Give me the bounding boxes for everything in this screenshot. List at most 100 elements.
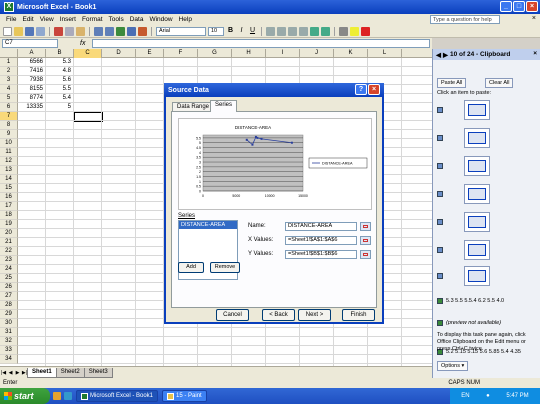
options-button[interactable]: Options ▾	[437, 361, 469, 371]
font-size-select[interactable]: 10	[208, 26, 224, 36]
redo-icon[interactable]	[105, 26, 114, 36]
tab-sheet2[interactable]: Sheet2	[55, 367, 85, 378]
row-header[interactable]: 15	[0, 184, 18, 193]
underline-icon[interactable]: U	[248, 27, 257, 36]
row-header[interactable]: 5	[0, 94, 18, 103]
first-sheet-icon[interactable]: |◀	[0, 370, 7, 376]
row-header[interactable]: 34	[0, 355, 18, 364]
row-header[interactable]: 20	[0, 229, 18, 238]
column-header[interactable]: J	[300, 49, 334, 58]
name-box[interactable]: C7	[2, 39, 58, 48]
align-left-icon[interactable]	[266, 26, 275, 36]
start-button[interactable]: start	[0, 388, 50, 404]
quicklaunch-browser-icon[interactable]	[64, 392, 72, 400]
add-series-button[interactable]: Add	[178, 262, 204, 273]
close-button[interactable]: ×	[526, 1, 538, 12]
cancel-button[interactable]: Cancel	[216, 309, 249, 321]
row-header[interactable]: 17	[0, 202, 18, 211]
undo-icon[interactable]	[94, 26, 103, 36]
menu-view[interactable]: View	[37, 16, 57, 23]
column-header[interactable]: E	[136, 49, 164, 58]
fill-color-icon[interactable]	[350, 26, 359, 36]
row-header[interactable]: 29	[0, 310, 18, 319]
clear-all-button[interactable]: Clear All	[485, 78, 514, 88]
close-workbook-icon[interactable]: ×	[532, 15, 536, 22]
column-header[interactable]: L	[368, 49, 402, 58]
dialog-close-button[interactable]: ×	[368, 84, 380, 95]
column-header[interactable]: D	[102, 49, 136, 58]
column-header[interactable]: I	[266, 49, 300, 58]
formula-input[interactable]	[92, 39, 430, 48]
clip-item[interactable]: (preview not available)	[437, 317, 537, 329]
paste-all-button[interactable]: Paste All	[437, 78, 467, 88]
remove-series-button[interactable]: Remove	[210, 262, 240, 273]
row-header[interactable]: 23	[0, 256, 18, 265]
row-header[interactable]: 31	[0, 328, 18, 337]
clip-item[interactable]	[437, 127, 537, 149]
clip-item[interactable]	[437, 211, 537, 233]
row-header[interactable]: 32	[0, 337, 18, 346]
clip-item[interactable]: 5.3 5.5 5.5.4 6.2 5.5 4.0	[437, 290, 537, 312]
y-values-input[interactable]: =Sheet1!$B$1:$B$6	[285, 250, 357, 259]
quicklaunch-folder-icon[interactable]	[53, 392, 61, 400]
bold-icon[interactable]: B	[226, 27, 235, 36]
close-pane-icon[interactable]: ×	[533, 50, 537, 57]
menu-edit[interactable]: Edit	[19, 16, 36, 23]
menu-tools[interactable]: Tools	[106, 16, 127, 23]
row-header[interactable]: 27	[0, 292, 18, 301]
next-sheet-icon[interactable]: ▶	[14, 370, 21, 376]
menu-data[interactable]: Data	[127, 16, 147, 23]
row-header[interactable]: 4	[0, 85, 18, 94]
font-color-icon[interactable]	[361, 26, 370, 36]
row-header[interactable]: 19	[0, 220, 18, 229]
clip-item[interactable]	[437, 265, 537, 287]
cut-icon[interactable]	[54, 26, 63, 36]
series-name-input[interactable]: DISTANCE-AREA	[285, 222, 357, 231]
column-header[interactable]: C	[74, 49, 102, 58]
currency-icon[interactable]	[310, 26, 319, 36]
new-icon[interactable]	[3, 26, 12, 36]
borders-icon[interactable]	[339, 26, 348, 36]
select-all-corner[interactable]	[0, 49, 18, 58]
sort-icon[interactable]	[127, 26, 136, 36]
open-icon[interactable]	[14, 26, 23, 36]
italic-icon[interactable]: I	[237, 27, 246, 36]
column-header[interactable]: A	[18, 49, 46, 58]
font-name-select[interactable]: Arial	[156, 26, 206, 36]
menu-format[interactable]: Format	[79, 16, 106, 23]
print-icon[interactable]	[36, 26, 45, 36]
autosum-icon[interactable]	[116, 26, 125, 36]
column-header[interactable]: G	[198, 49, 232, 58]
column-header[interactable]: H	[232, 49, 266, 58]
clip-item[interactable]	[437, 183, 537, 205]
align-center-icon[interactable]	[277, 26, 286, 36]
row-header[interactable]: 6	[0, 103, 18, 112]
minimize-button[interactable]: _	[500, 1, 512, 12]
x-values-input[interactable]: =Sheet1!$A$1:$A$6	[285, 236, 357, 245]
row-header[interactable]: 22	[0, 247, 18, 256]
dialog-help-button[interactable]: ?	[355, 84, 367, 95]
language-indicator[interactable]: EN	[461, 393, 469, 399]
maximize-button[interactable]: □	[513, 1, 525, 12]
back-icon[interactable]: ◀	[436, 51, 441, 59]
row-header[interactable]: 30	[0, 319, 18, 328]
column-header[interactable]: B	[46, 49, 74, 58]
column-header[interactable]: K	[334, 49, 368, 58]
tab-series[interactable]: Series	[210, 100, 238, 112]
paste-icon[interactable]	[76, 26, 85, 36]
row-header[interactable]: 14	[0, 175, 18, 184]
collapse-dialog-icon[interactable]	[360, 222, 371, 231]
chart-wizard-icon[interactable]	[138, 26, 147, 36]
row-header[interactable]: 9	[0, 130, 18, 139]
next-button[interactable]: Next >	[298, 309, 331, 321]
row-header[interactable]: 28	[0, 301, 18, 310]
row-header[interactable]: 16	[0, 193, 18, 202]
row-header[interactable]: 18	[0, 211, 18, 220]
tab-sheet1[interactable]: Sheet1	[27, 367, 57, 378]
row-header[interactable]: 33	[0, 346, 18, 355]
merge-center-icon[interactable]	[299, 26, 308, 36]
row-header[interactable]: 25	[0, 274, 18, 283]
insert-function-icon[interactable]: fx	[80, 40, 85, 47]
row-header[interactable]: 1	[0, 58, 18, 67]
row-header[interactable]: 8	[0, 121, 18, 130]
